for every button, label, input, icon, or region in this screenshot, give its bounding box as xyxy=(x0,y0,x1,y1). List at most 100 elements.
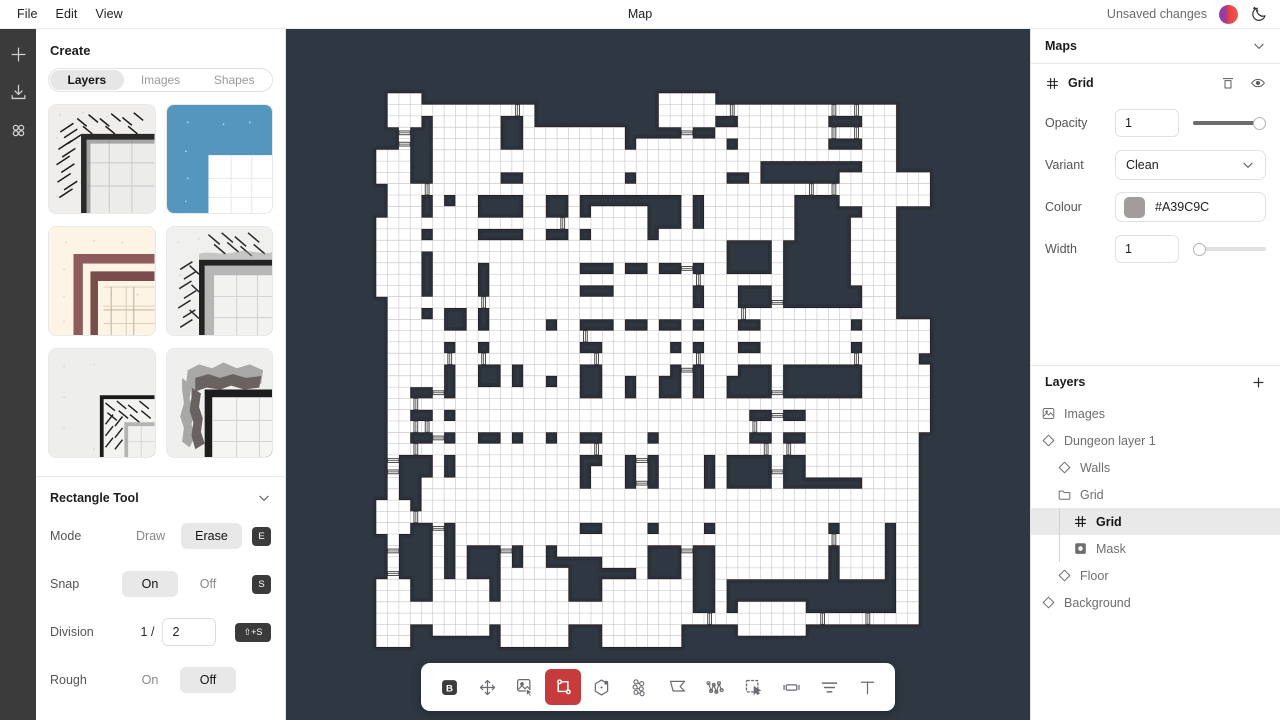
mode-label: Mode xyxy=(50,529,82,543)
polygon-tool-icon xyxy=(594,678,608,696)
thumb-rough-cobble[interactable] xyxy=(165,348,273,458)
grid-properties-title: Grid xyxy=(1068,76,1094,90)
plus-icon[interactable] xyxy=(1251,375,1266,390)
menu-edit[interactable]: Edit xyxy=(48,4,86,24)
text-tool-icon xyxy=(860,681,874,694)
snap-row: Snap On Off S xyxy=(50,569,271,599)
apps-grid-icon xyxy=(12,124,24,136)
create-panel-title: Create xyxy=(50,43,91,58)
add-icon-button[interactable] xyxy=(3,37,33,71)
chevron-down-icon xyxy=(259,495,269,501)
colour-picker[interactable]: #A39C9C xyxy=(1115,192,1266,222)
moon-star-icon[interactable] xyxy=(1250,5,1268,23)
layer-item-floor[interactable]: Floor xyxy=(1031,562,1280,589)
layer-item-background[interactable]: Background xyxy=(1031,589,1280,616)
mode-option-draw[interactable]: Draw xyxy=(122,523,179,549)
layers-title: Layers xyxy=(1045,375,1086,389)
dungeon-map[interactable] xyxy=(365,82,951,668)
panel-divider xyxy=(36,476,285,477)
opacity-label: Opacity xyxy=(1045,116,1088,130)
move-arrows-icon-button[interactable] xyxy=(469,669,505,705)
layer-item-label: Walls xyxy=(1080,460,1111,475)
image-select-icon-button[interactable] xyxy=(507,669,543,705)
opacity-slider[interactable] xyxy=(1193,116,1266,130)
scatter-tool-icon-button[interactable] xyxy=(621,669,657,705)
page-title: Map xyxy=(627,7,653,21)
snap-shortcut-key: S xyxy=(252,574,271,594)
layer-item-walls[interactable]: Walls xyxy=(1031,454,1280,481)
wall-path-icon-button[interactable] xyxy=(697,669,733,705)
icon-rail xyxy=(0,29,36,720)
move-arrows-icon xyxy=(479,679,495,695)
freehand-shape-icon-button[interactable] xyxy=(659,669,695,705)
menu-file[interactable]: File xyxy=(9,4,46,24)
thumb-hatched-stone[interactable] xyxy=(48,104,156,214)
door-tool-icon-button[interactable] xyxy=(773,669,809,705)
layers-align-icon-button[interactable] xyxy=(811,669,847,705)
width-label: Width xyxy=(1045,242,1077,256)
mode-option-erase[interactable]: Erase xyxy=(181,523,242,549)
layer-item-images[interactable]: Images xyxy=(1031,400,1280,427)
rectangle-tool-header[interactable]: Rectangle Tool xyxy=(50,491,271,505)
menu-view[interactable]: View xyxy=(88,4,131,24)
division-row: Division 1 / ⇧+S xyxy=(50,617,271,647)
opacity-row: Opacity xyxy=(1031,102,1280,144)
division-label: Division xyxy=(50,625,94,639)
thumb-rough-cobble-art xyxy=(166,349,272,457)
layer-item-grid[interactable]: Grid xyxy=(1031,481,1280,508)
colour-value: #A39C9C xyxy=(1155,200,1210,214)
snap-option-on[interactable]: On xyxy=(122,571,178,597)
snap-label: Snap xyxy=(50,577,80,591)
thumb-cream-brick-art xyxy=(49,227,155,335)
rough-segmented: On Off xyxy=(122,667,271,693)
width-slider[interactable] xyxy=(1193,242,1266,256)
variant-label: Variant xyxy=(1045,158,1084,172)
map-canvas[interactable]: B xyxy=(286,29,1030,720)
create-tabs: Layers Images Shapes xyxy=(48,68,273,92)
maps-title: Maps xyxy=(1045,39,1077,53)
rectangle-tool-icon-button[interactable] xyxy=(545,669,581,705)
thumb-hatched-grey[interactable] xyxy=(165,226,273,336)
grid-hash-icon xyxy=(1046,77,1059,89)
layer-item-label: Grid xyxy=(1080,487,1104,502)
visibility-eye-icon[interactable] xyxy=(1250,75,1266,91)
panel-spacer xyxy=(1031,270,1280,365)
avatar[interactable] xyxy=(1219,4,1238,24)
marquee-select-icon-button[interactable] xyxy=(735,669,771,705)
division-input[interactable] xyxy=(162,618,217,646)
layer-item-mask[interactable]: Mask xyxy=(1031,535,1280,562)
brush-b-icon-button[interactable]: B xyxy=(431,669,467,705)
layers-align-icon xyxy=(821,681,837,693)
tab-layers[interactable]: Layers xyxy=(50,70,124,90)
layer-item-grid[interactable]: Grid xyxy=(1031,508,1280,535)
snap-segmented: On Off xyxy=(122,571,252,597)
apps-grid-icon-button[interactable] xyxy=(3,113,33,147)
opacity-slider-knob[interactable] xyxy=(1253,116,1266,130)
maps-section-header[interactable]: Maps xyxy=(1031,29,1280,64)
layer-item-dungeon-layer-1[interactable]: Dungeon layer 1 xyxy=(1031,427,1280,454)
rough-option-off[interactable]: Off xyxy=(180,667,236,693)
topbar-right: Unsaved changes xyxy=(1107,4,1280,24)
wall-path-icon xyxy=(705,680,724,694)
text-tool-icon-button[interactable] xyxy=(849,669,885,705)
rough-option-on[interactable]: On xyxy=(122,667,178,693)
mode-shortcut-key: E xyxy=(252,526,271,546)
thumb-woven-plank[interactable] xyxy=(48,348,156,458)
polygon-tool-icon-button[interactable] xyxy=(583,669,619,705)
tab-shapes[interactable]: Shapes xyxy=(197,70,271,90)
rectangle-tool-icon xyxy=(556,678,571,694)
width-slider-knob[interactable] xyxy=(1193,242,1206,256)
variant-value: Clean xyxy=(1126,158,1159,172)
add-icon xyxy=(11,47,25,61)
tab-images[interactable]: Images xyxy=(124,70,198,90)
width-input[interactable] xyxy=(1115,235,1179,263)
delete-icon[interactable] xyxy=(1220,75,1236,91)
scatter-tool-icon xyxy=(632,678,645,696)
thumb-blue-flat[interactable] xyxy=(165,104,273,214)
download-icon-button[interactable] xyxy=(3,75,33,109)
opacity-input[interactable] xyxy=(1115,109,1179,137)
variant-select[interactable]: Clean xyxy=(1115,150,1266,180)
tree-connector xyxy=(1059,508,1060,535)
thumb-cream-brick[interactable] xyxy=(48,226,156,336)
snap-option-off[interactable]: Off xyxy=(180,571,236,597)
